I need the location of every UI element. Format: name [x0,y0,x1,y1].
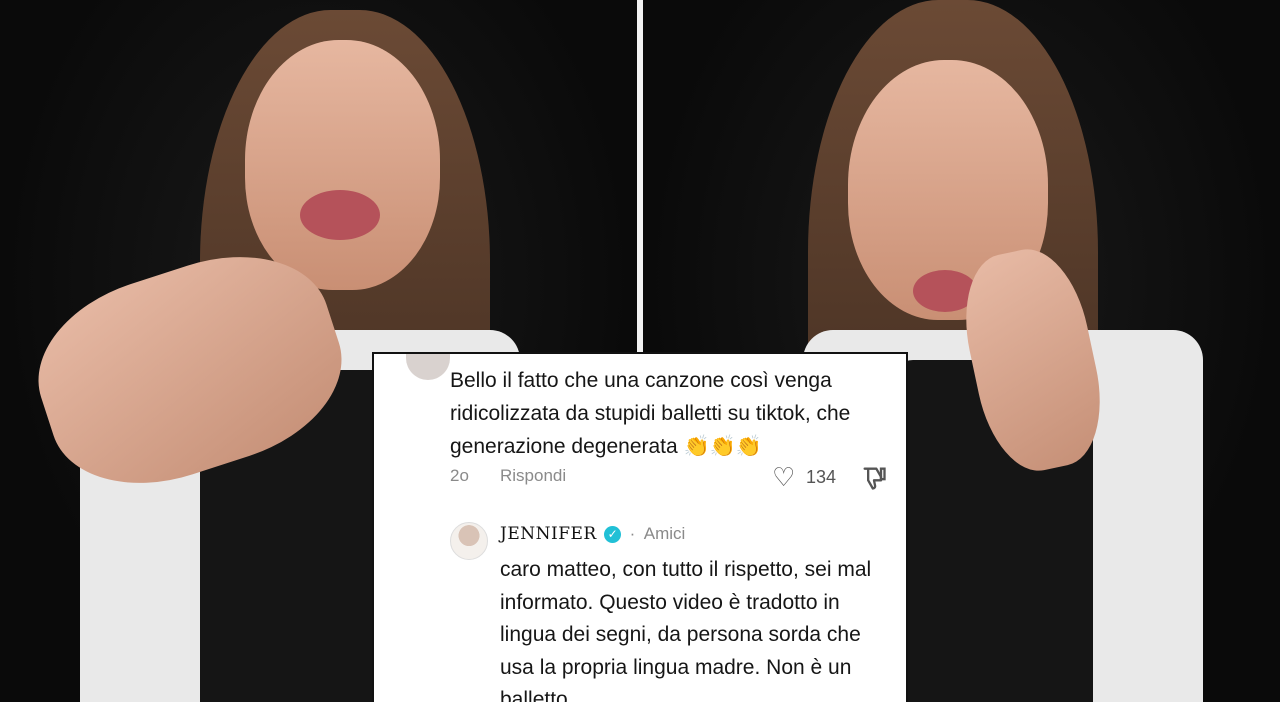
like-count: 134 [806,467,837,487]
person-mouth [300,190,380,240]
reply-author-avatar[interactable] [450,522,488,560]
separator-dot: · [629,524,636,543]
commenter-avatar[interactable] [406,354,450,380]
comment-timestamp: 2o [450,466,469,485]
reply-header: JENNIFER ✓ · Amici [500,524,685,550]
reply-button[interactable]: Rispondi [500,466,566,486]
verified-check-icon: ✓ [604,525,622,543]
reply-text: caro matteo, con tutto il rispetto, sei … [500,558,872,702]
comment-meta-row: 2o Rispondi ♡ 134 [450,464,890,492]
thumbs-down-icon[interactable] [860,464,888,492]
person-face [245,40,440,290]
heart-outline-icon[interactable]: ♡ [772,464,795,490]
reply-author-name[interactable]: JENNIFER [500,524,597,544]
comment-text: Bello il fatto che una canzone così veng… [450,369,851,458]
relation-label: Amici [643,524,686,543]
tiktok-comment-card: Bello il fatto che una canzone così veng… [372,352,908,702]
